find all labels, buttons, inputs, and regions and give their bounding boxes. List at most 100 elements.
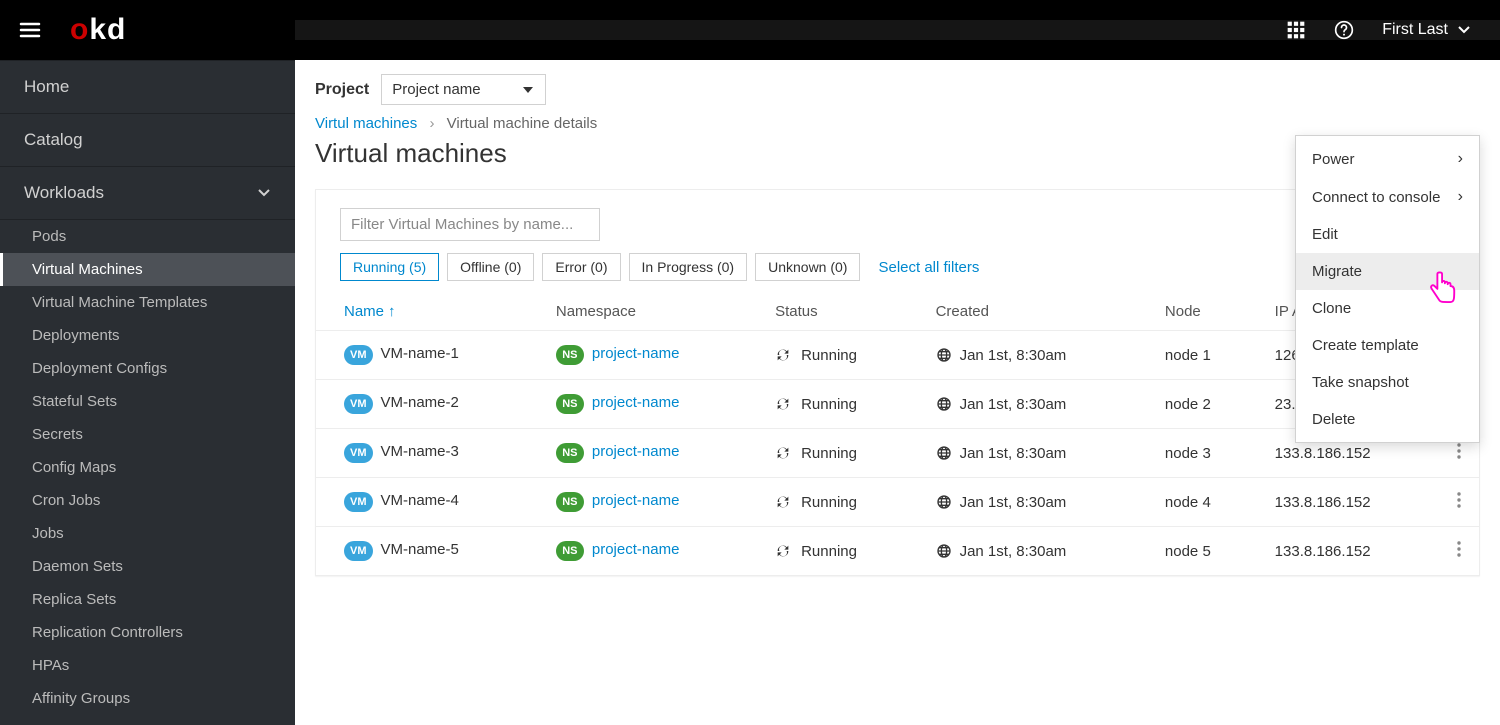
ns-badge: NS — [556, 443, 584, 463]
table-row: VMVM-name-5NSproject-nameRunningJan 1st,… — [316, 527, 1479, 576]
created-text: Jan 1st, 8:30am — [960, 396, 1067, 413]
sidebar-item-daemon-sets[interactable]: Daemon Sets — [0, 550, 295, 583]
sidebar-item-pods[interactable]: Pods — [0, 220, 295, 253]
namespace-link[interactable]: project-name — [592, 492, 680, 509]
created-text: Jan 1st, 8:30am — [960, 543, 1067, 560]
filter-pill-row: Running (5) Offline (0) Error (0) In Progre… — [340, 253, 1455, 281]
breadcrumb-link[interactable]: Virtul machines — [315, 115, 417, 132]
filter-pill[interactable]: Running (5) — [340, 253, 439, 281]
filter-pill[interactable]: Error (0) — [542, 253, 620, 281]
sidebar-catalog[interactable]: Catalog — [0, 114, 295, 167]
sidebar-item-virtual-machines[interactable]: Virtual Machines — [0, 253, 295, 286]
chevron-down-icon — [257, 188, 271, 198]
namespace-link[interactable]: project-name — [592, 541, 680, 558]
filter-pill[interactable]: Unknown (0) — [755, 253, 860, 281]
select-all-filters[interactable]: Select all filters — [878, 259, 979, 276]
user-menu[interactable]: First Last — [1382, 21, 1470, 39]
namespace-link[interactable]: project-name — [592, 394, 680, 411]
ns-badge: NS — [556, 492, 584, 512]
menu-item-label: Take snapshot — [1312, 374, 1409, 391]
vm-name[interactable]: VM-name-1 — [381, 345, 459, 362]
created-text: Jan 1st, 8:30am — [960, 494, 1067, 511]
menu-item-label: Edit — [1312, 226, 1338, 243]
menu-item-edit[interactable]: Edit — [1296, 216, 1479, 253]
menu-item-migrate[interactable]: Migrate — [1296, 253, 1479, 290]
sidebar-item-replication-controllers[interactable]: Replication Controllers — [0, 616, 295, 649]
hamburger-button[interactable] — [0, 18, 60, 42]
sidebar-item-secrets[interactable]: Secrets — [0, 418, 295, 451]
filter-pill[interactable]: Offline (0) — [447, 253, 534, 281]
menu-item-label: Clone — [1312, 300, 1351, 317]
topbar-left: okd — [0, 0, 295, 60]
breadcrumb-current: Virtual machine details — [447, 115, 598, 132]
sidebar-item-hpas[interactable]: HPAs — [0, 649, 295, 682]
col-namespace[interactable]: Namespace — [540, 293, 759, 331]
kebab-icon — [1457, 443, 1461, 459]
vm-name[interactable]: VM-name-3 — [381, 443, 459, 460]
sort-up-icon: ↑ — [388, 303, 396, 320]
menu-item-clone[interactable]: Clone — [1296, 290, 1479, 327]
vm-name[interactable]: VM-name-5 — [381, 541, 459, 558]
menu-item-power[interactable]: Power› — [1296, 140, 1479, 178]
menu-item-delete[interactable]: Delete — [1296, 401, 1479, 438]
sidebar-item-deployment-configs[interactable]: Deployment Configs — [0, 352, 295, 385]
sidebar-item-affinity-groups[interactable]: Affinity Groups — [0, 682, 295, 715]
sidebar-item-deployments[interactable]: Deployments — [0, 319, 295, 352]
sidebar-workloads[interactable]: Workloads — [0, 167, 295, 220]
globe-icon — [936, 347, 952, 363]
node-text: node 1 — [1149, 331, 1259, 380]
col-node[interactable]: Node — [1149, 293, 1259, 331]
project-selected: Project name — [392, 81, 480, 98]
table-row: VMVM-name-4NSproject-nameRunningJan 1st,… — [316, 478, 1479, 527]
sidebar-item-config-maps[interactable]: Config Maps — [0, 451, 295, 484]
ns-badge: NS — [556, 345, 584, 365]
vm-name[interactable]: VM-name-4 — [381, 492, 459, 509]
sidebar-item-stateful-sets[interactable]: Stateful Sets — [0, 385, 295, 418]
namespace-link[interactable]: project-name — [592, 443, 680, 460]
chevron-right-icon: › — [1458, 150, 1463, 168]
caret-down-icon — [1458, 26, 1470, 34]
ip-text: 133.8.186.152 — [1259, 527, 1439, 576]
main-content: Project Project name Virtul machines › V… — [295, 60, 1500, 725]
sync-icon — [775, 445, 791, 461]
sidebar-items: PodsVirtual MachinesVirtual Machine Temp… — [0, 220, 295, 715]
menu-item-take-snapshot[interactable]: Take snapshot — [1296, 364, 1479, 401]
col-status[interactable]: Status — [759, 293, 920, 331]
topbar-right: First Last — [295, 20, 1500, 40]
sync-icon — [775, 494, 791, 510]
status-text: Running — [801, 396, 857, 413]
sidebar-item-cron-jobs[interactable]: Cron Jobs — [0, 484, 295, 517]
apps-grid-icon[interactable] — [1286, 20, 1306, 40]
status-text: Running — [801, 347, 857, 364]
vm-name[interactable]: VM-name-2 — [381, 394, 459, 411]
sidebar-item-replica-sets[interactable]: Replica Sets — [0, 583, 295, 616]
vm-badge: VM — [344, 394, 373, 414]
filter-input[interactable] — [340, 208, 600, 241]
vm-badge: VM — [344, 541, 373, 561]
row-kebab-button[interactable] — [1439, 527, 1479, 576]
sidebar-workloads-label: Workloads — [24, 183, 104, 203]
menu-item-label: Connect to console — [1312, 189, 1440, 206]
menu-item-label: Create template — [1312, 337, 1419, 354]
filter-pill[interactable]: In Progress (0) — [629, 253, 748, 281]
project-select[interactable]: Project name — [381, 74, 546, 105]
col-name[interactable]: Name↑ — [316, 293, 540, 331]
top-bar: okd First Last — [0, 0, 1500, 60]
menu-item-connect-to-console[interactable]: Connect to console› — [1296, 178, 1479, 216]
sidebar-home[interactable]: Home — [0, 60, 295, 114]
status-text: Running — [801, 494, 857, 511]
sidebar-item-virtual-machine-templates[interactable]: Virtual Machine Templates — [0, 286, 295, 319]
menu-item-label: Delete — [1312, 411, 1355, 428]
sync-icon — [775, 396, 791, 412]
namespace-link[interactable]: project-name — [592, 345, 680, 362]
project-label: Project — [315, 81, 369, 99]
project-bar: Project Project name — [295, 60, 1500, 115]
row-action-menu: Power›Connect to console›EditMigrateClon… — [1295, 135, 1480, 443]
menu-item-create-template[interactable]: Create template — [1296, 327, 1479, 364]
row-kebab-button[interactable] — [1439, 478, 1479, 527]
sidebar-item-jobs[interactable]: Jobs — [0, 517, 295, 550]
col-created[interactable]: Created — [920, 293, 1149, 331]
help-icon[interactable] — [1334, 20, 1354, 40]
globe-icon — [936, 396, 952, 412]
ns-badge: NS — [556, 541, 584, 561]
